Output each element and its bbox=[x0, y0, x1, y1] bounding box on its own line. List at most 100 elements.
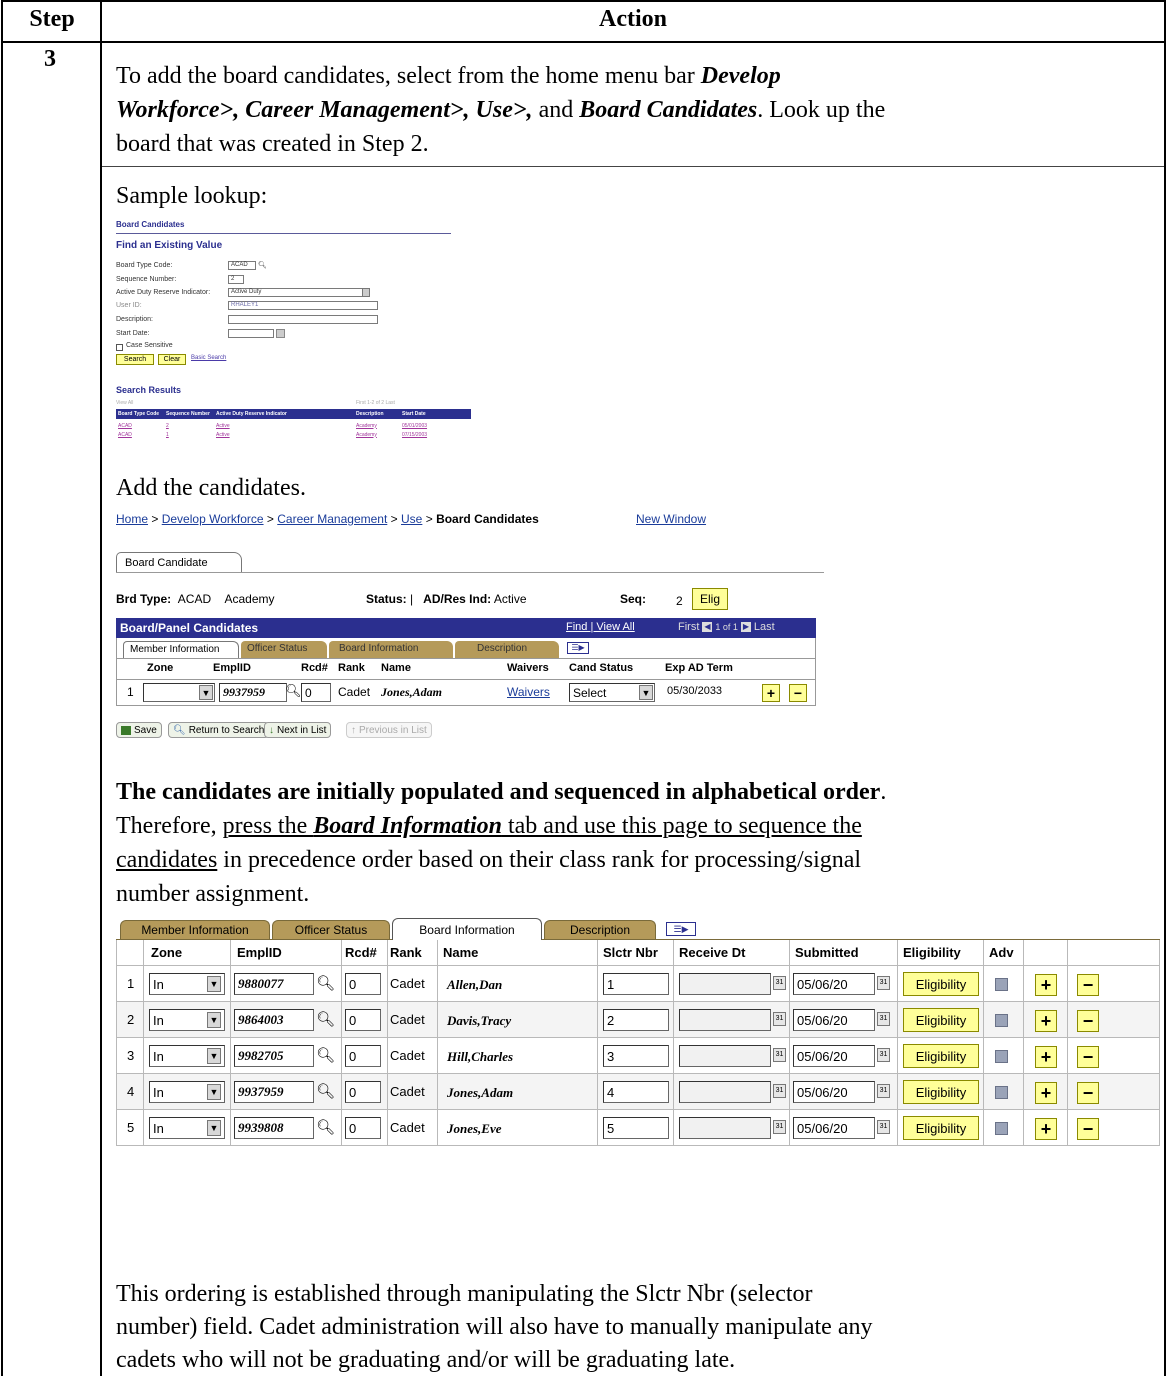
show-all-columns-icon[interactable]: ☰▶ bbox=[567, 642, 589, 654]
grid-nav-last[interactable]: Last bbox=[754, 621, 775, 633]
receive-dt-input[interactable] bbox=[679, 1009, 771, 1031]
emplid-input[interactable]: 9982705 bbox=[234, 1045, 314, 1067]
results-cell[interactable]: Active bbox=[216, 423, 356, 429]
grid-find-links[interactable]: Find | View All bbox=[566, 621, 635, 633]
eligibility-button[interactable]: Eligibility bbox=[903, 1044, 979, 1068]
eligibility-button[interactable]: Eligibility bbox=[903, 1116, 979, 1140]
new-window-link[interactable]: New Window bbox=[636, 512, 706, 526]
results-row[interactable]: ACAD 1 Active Academy 07/15/2003 bbox=[116, 430, 471, 439]
emplid-search-icon[interactable]: 🔍︎ bbox=[316, 1118, 335, 1136]
results-cell[interactable]: Academy bbox=[356, 423, 402, 429]
breadcrumb-use[interactable]: Use bbox=[401, 512, 422, 526]
results-cell[interactable]: Academy bbox=[356, 432, 402, 438]
receive-dt-input[interactable] bbox=[679, 1117, 771, 1139]
results-cell[interactable]: 1 bbox=[166, 432, 216, 438]
previous-in-list-button[interactable]: ↑ Previous in List bbox=[346, 722, 432, 738]
submitted-input[interactable]: 05/06/20 bbox=[793, 1117, 875, 1139]
board-type-input[interactable]: ACAD bbox=[228, 261, 256, 270]
adv-checkbox[interactable] bbox=[995, 1014, 1008, 1027]
slctr-nbr-input[interactable]: 2 bbox=[603, 1009, 669, 1031]
rcd-input[interactable]: 0 bbox=[345, 1117, 381, 1139]
rcd-input[interactable]: 0 bbox=[345, 1009, 381, 1031]
breadcrumb-career[interactable]: Career Management bbox=[277, 512, 387, 526]
prev-arrow-icon[interactable]: ◀ bbox=[702, 622, 713, 632]
chevron-down-icon[interactable]: ▼ bbox=[207, 1120, 221, 1136]
add-row-icon[interactable]: + bbox=[1035, 974, 1057, 996]
breadcrumb-home[interactable]: Home bbox=[116, 512, 148, 526]
add-row-icon[interactable]: + bbox=[1035, 1046, 1057, 1068]
emplid-search-icon[interactable]: 🔍︎ bbox=[316, 1010, 335, 1028]
slctr-nbr-input[interactable]: 3 bbox=[603, 1045, 669, 1067]
calendar-icon[interactable]: 31 bbox=[877, 1048, 890, 1062]
sequence-number-input[interactable]: 2 bbox=[228, 275, 244, 284]
chevron-down-icon[interactable]: ▼ bbox=[207, 1012, 221, 1028]
search-button[interactable]: Search bbox=[116, 354, 154, 365]
elig-button[interactable]: Elig bbox=[692, 588, 728, 610]
subtab-description[interactable]: Description bbox=[455, 641, 559, 658]
adri-select[interactable]: Active Duty bbox=[228, 288, 370, 297]
bc-rcd-input[interactable]: 0 bbox=[301, 683, 331, 702]
lookup-search-icon[interactable]: 🔍︎ bbox=[258, 261, 267, 269]
tab-board-information[interactable]: Board Information bbox=[392, 918, 542, 940]
rcd-input[interactable]: 0 bbox=[345, 973, 381, 995]
tab-board-candidate[interactable]: Board Candidate bbox=[116, 552, 242, 572]
calendar-icon[interactable]: 31 bbox=[773, 976, 786, 990]
results-row[interactable]: ACAD 2 Active Academy 05/01/2003 bbox=[116, 421, 471, 430]
subtab-board-info[interactable]: Board Information bbox=[329, 641, 453, 658]
slctr-nbr-input[interactable]: 5 bbox=[603, 1117, 669, 1139]
subtab-officer-status[interactable]: Officer Status bbox=[241, 641, 327, 658]
user-id-input[interactable]: RHALEY1 bbox=[228, 301, 378, 310]
case-sensitive-checkbox[interactable] bbox=[116, 344, 123, 351]
calendar-icon[interactable] bbox=[276, 329, 285, 338]
add-row-icon[interactable]: + bbox=[1035, 1118, 1057, 1140]
basic-search-link[interactable]: Basic Search bbox=[191, 355, 226, 361]
calendar-icon[interactable]: 31 bbox=[877, 1084, 890, 1098]
save-button[interactable]: Save bbox=[116, 722, 162, 738]
receive-dt-input[interactable] bbox=[679, 1081, 771, 1103]
emplid-input[interactable]: 9880077 bbox=[234, 973, 314, 995]
calendar-icon[interactable]: 31 bbox=[877, 976, 890, 990]
delete-row-icon[interactable]: − bbox=[1077, 1082, 1099, 1104]
bc-waivers-link[interactable]: Waivers bbox=[507, 685, 550, 699]
delete-row-icon[interactable]: − bbox=[789, 684, 807, 702]
tab-description[interactable]: Description bbox=[544, 920, 656, 939]
results-cell[interactable]: 2 bbox=[166, 423, 216, 429]
receive-dt-input[interactable] bbox=[679, 1045, 771, 1067]
submitted-input[interactable]: 05/06/20 bbox=[793, 1081, 875, 1103]
grid-nav-first[interactable]: First bbox=[678, 621, 699, 633]
slctr-nbr-input[interactable]: 1 bbox=[603, 973, 669, 995]
emplid-input[interactable]: 9937959 bbox=[234, 1081, 314, 1103]
calendar-icon[interactable]: 31 bbox=[877, 1120, 890, 1134]
adv-checkbox[interactable] bbox=[995, 978, 1008, 991]
adri-dropdown-icon[interactable] bbox=[362, 288, 370, 297]
submitted-input[interactable]: 05/06/20 bbox=[793, 1045, 875, 1067]
show-all-columns-icon[interactable]: ☰▶ bbox=[666, 922, 696, 936]
chevron-down-icon[interactable]: ▼ bbox=[207, 1048, 221, 1064]
rcd-input[interactable]: 0 bbox=[345, 1045, 381, 1067]
delete-row-icon[interactable]: − bbox=[1077, 1010, 1099, 1032]
chevron-down-icon[interactable]: ▼ bbox=[207, 976, 221, 992]
adv-checkbox[interactable] bbox=[995, 1050, 1008, 1063]
view-all-link[interactable]: View All bbox=[116, 400, 133, 406]
emplid-input[interactable]: 9864003 bbox=[234, 1009, 314, 1031]
eligibility-button[interactable]: Eligibility bbox=[903, 972, 979, 996]
eligibility-button[interactable]: Eligibility bbox=[903, 1008, 979, 1032]
delete-row-icon[interactable]: − bbox=[1077, 974, 1099, 996]
calendar-icon[interactable]: 31 bbox=[773, 1120, 786, 1134]
eligibility-button[interactable]: Eligibility bbox=[903, 1080, 979, 1104]
calendar-icon[interactable]: 31 bbox=[773, 1084, 786, 1098]
receive-dt-input[interactable] bbox=[679, 973, 771, 995]
calendar-icon[interactable]: 31 bbox=[773, 1048, 786, 1062]
rcd-input[interactable]: 0 bbox=[345, 1081, 381, 1103]
chevron-down-icon[interactable]: ▼ bbox=[199, 685, 213, 700]
results-cell[interactable]: ACAD bbox=[116, 423, 166, 429]
results-cell[interactable]: 07/15/2003 bbox=[402, 432, 427, 438]
results-cell[interactable]: 05/01/2003 bbox=[402, 423, 427, 429]
delete-row-icon[interactable]: − bbox=[1077, 1118, 1099, 1140]
bc-emplid-input[interactable]: 9937959 bbox=[219, 683, 287, 702]
return-to-search-button[interactable]: 🔍︎ Return to Search bbox=[168, 722, 270, 738]
emplid-search-icon[interactable]: 🔍︎ bbox=[316, 1082, 335, 1100]
chevron-down-icon[interactable]: ▼ bbox=[639, 685, 653, 700]
tab-member-information[interactable]: Member Information bbox=[120, 920, 270, 939]
next-in-list-button[interactable]: ↓ Next in List bbox=[264, 722, 332, 738]
